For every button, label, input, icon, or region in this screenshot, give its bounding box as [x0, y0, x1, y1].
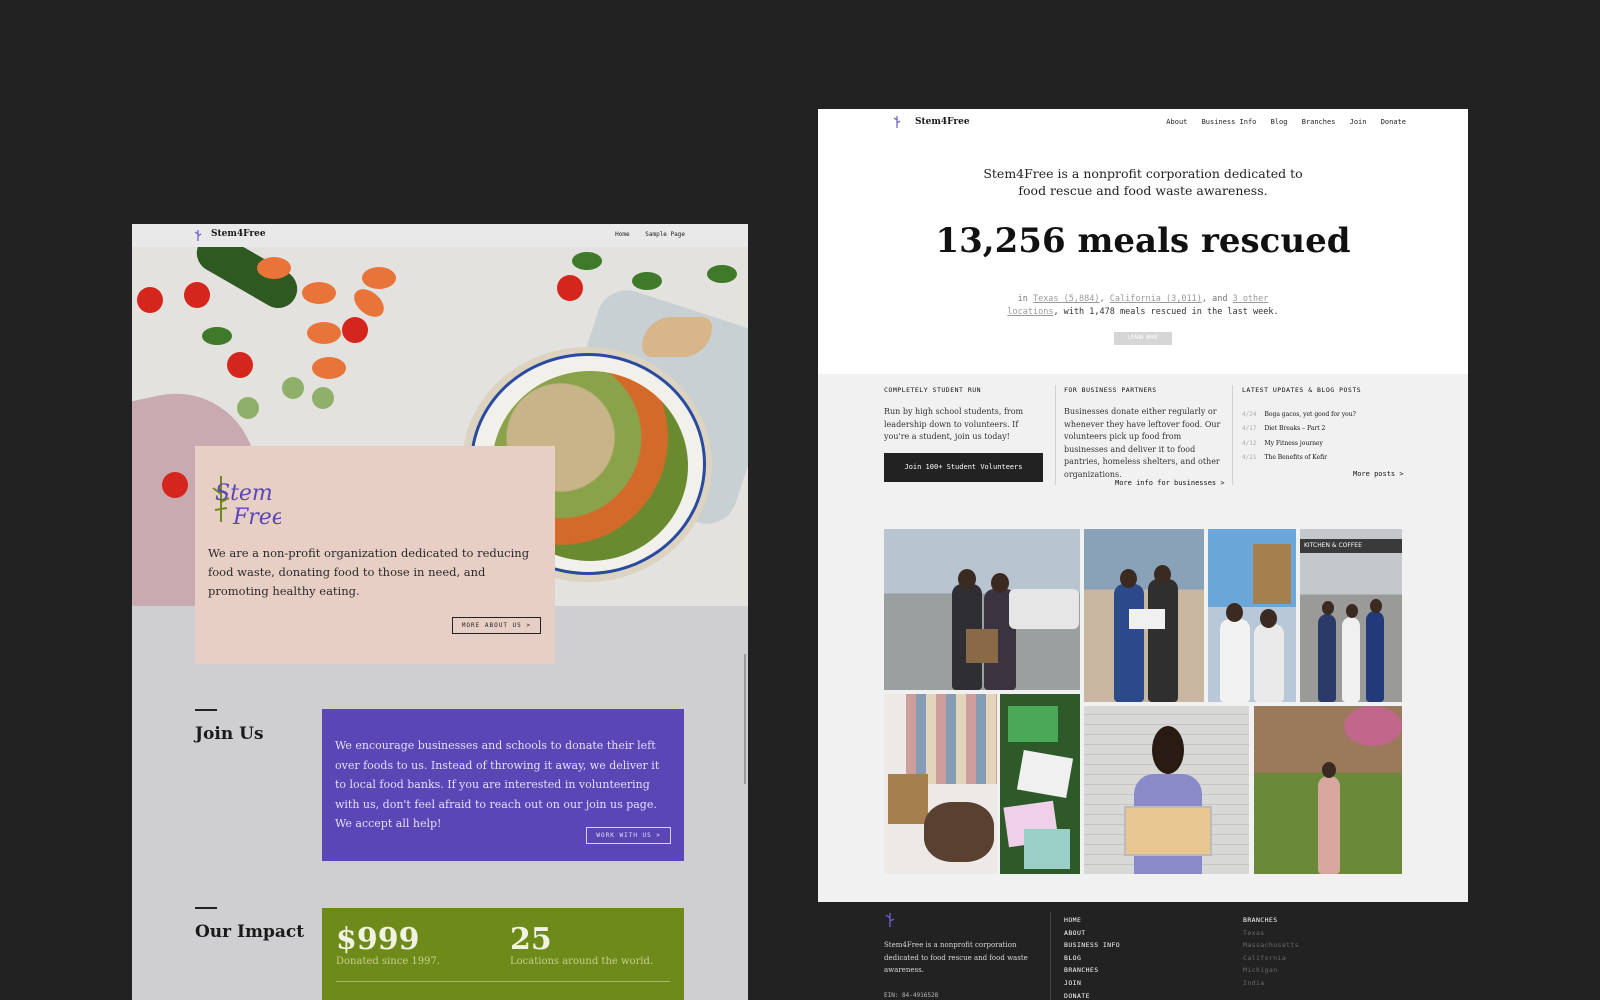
student-run-text: Run by high school students, from leader…	[884, 407, 1024, 442]
footer-ein: EIN: 84-4916528	[884, 992, 939, 999]
svg-text:Stem: Stem	[215, 481, 273, 506]
branch-india[interactable]: India	[1243, 977, 1299, 990]
post-title: Diet Breaks – Part 2	[1264, 425, 1326, 432]
more-info-businesses-link[interactable]: More info for businesses >	[1115, 479, 1225, 487]
more-about-us-button[interactable]: MORE ABOUT US >	[451, 617, 541, 634]
footer-link-donate[interactable]: DONATE	[1064, 990, 1120, 1000]
footer-links: HOME ABOUT BUSINESS INFO BLOG BRANCHES J…	[1064, 914, 1120, 1000]
texas-link[interactable]: Texas (5,884)	[1033, 294, 1100, 304]
join-us-text: We encourage businesses and schools to d…	[335, 739, 660, 830]
impact-section-rule	[195, 907, 217, 909]
left-nav-home[interactable]: Home	[615, 231, 629, 238]
left-brand[interactable]: Stem4Free	[211, 229, 266, 239]
nav-branches[interactable]: Branches	[1302, 118, 1336, 126]
learn-more-button[interactable]: LEARN MORE	[1114, 332, 1172, 345]
gallery-photo	[884, 529, 1080, 690]
impact-stats-box: $999 Donated since 1997. 25 Locations ar…	[322, 908, 684, 1000]
nav-donate[interactable]: Donate	[1381, 118, 1406, 126]
more-posts-link[interactable]: More posts >	[1353, 470, 1404, 478]
stem-logo-icon	[194, 230, 202, 241]
footer-about: Stem4Free is a nonprofit corporation ded…	[884, 941, 1028, 975]
nav-join[interactable]: Join	[1350, 118, 1367, 126]
gallery-photo	[1208, 529, 1296, 702]
gallery-photo	[1084, 529, 1204, 702]
footer-link-join[interactable]: JOIN	[1064, 977, 1120, 990]
post-title: Boga gacos, yet good for you?	[1264, 411, 1356, 418]
meta-prefix: in	[1017, 294, 1028, 304]
gallery-photo	[1000, 694, 1080, 874]
blog-post-item[interactable]: 4/21 The Benefits of Kefir	[1242, 454, 1327, 461]
blog-post-item[interactable]: 4/12 My Fitness journey	[1242, 440, 1323, 447]
footer-link-business-info[interactable]: BUSINESS INFO	[1064, 939, 1120, 952]
join-section-rule	[195, 709, 217, 711]
right-brand[interactable]: Stem4Free	[915, 117, 970, 127]
left-scrollbar[interactable]	[744, 654, 746, 784]
blog-column: LATEST UPDATES & BLOG POSTS	[1242, 386, 1402, 394]
hero-intro-card: Stem Free We are a non-profit organizati…	[195, 446, 555, 664]
post-date: 4/17	[1242, 425, 1257, 432]
stat-value: 25	[510, 922, 552, 957]
branch-texas[interactable]: Texas	[1243, 927, 1299, 940]
post-title: The Benefits of Kefir	[1264, 454, 1328, 461]
blog-heading: LATEST UPDATES & BLOG POSTS	[1242, 386, 1362, 394]
gallery-photo	[884, 694, 997, 874]
footer-branches-title: BRANCHES	[1243, 916, 1278, 924]
join-us-box: We encourage businesses and schools to d…	[322, 709, 684, 861]
student-run-column: COMPLETELY STUDENT RUN Run by high schoo…	[884, 386, 1044, 444]
post-date: 4/21	[1242, 454, 1257, 461]
work-with-us-button[interactable]: WORK WITH US >	[586, 827, 671, 844]
mission-statement: Stem4Free is a nonprofit corporation ded…	[983, 166, 1303, 198]
stem-logo-icon	[885, 913, 895, 927]
nav-about[interactable]: About	[1166, 118, 1187, 126]
impact-stat-locations: 25 Locations around the world.	[510, 922, 653, 967]
branch-michigan[interactable]: Michigan	[1243, 964, 1299, 977]
gallery-photo: KITCHEN & COFFEE	[1300, 529, 1402, 702]
footer-branches: BRANCHES Texas Massachusetts California …	[1243, 914, 1299, 990]
blog-post-item[interactable]: 4/17 Diet Breaks – Part 2	[1242, 425, 1325, 432]
gallery-photo	[1254, 706, 1402, 874]
left-site-preview: Stem4Free Home Sample Page Stem Free We …	[132, 224, 748, 1000]
footer-link-about[interactable]: ABOUT	[1064, 927, 1120, 940]
join-us-title: Join Us	[195, 724, 264, 744]
coffee-sign: KITCHEN & COFFEE	[1300, 539, 1402, 553]
student-run-heading: COMPLETELY STUDENT RUN	[884, 386, 982, 394]
impact-stat-donated: $999 Donated since 1997.	[336, 922, 440, 967]
meals-rescued-headline: 13,256 meals rescued	[935, 221, 1351, 261]
left-nav-sample-page[interactable]: Sample Page	[645, 231, 685, 238]
branch-california[interactable]: California	[1243, 952, 1299, 965]
footer-link-branches[interactable]: BRANCHES	[1064, 964, 1120, 977]
business-partners-column: FOR BUSINESS PARTNERS Businesses donate …	[1064, 386, 1224, 482]
gallery-photo	[1084, 706, 1249, 874]
right-site-preview: Stem4Free About Business Info Blog Branc…	[818, 109, 1468, 1000]
right-hero-section: Stem4Free About Business Info Blog Branc…	[818, 109, 1468, 374]
stat-label: Locations around the world.	[510, 956, 654, 967]
meta-suffix: , with 1,478 meals rescued in the last w…	[1053, 307, 1279, 317]
branch-massachusetts[interactable]: Massachusetts	[1243, 939, 1299, 952]
meals-breakdown: in Texas (5,884), California (3,011), an…	[1007, 294, 1279, 317]
footer-link-home[interactable]: HOME	[1064, 914, 1120, 927]
post-date: 4/12	[1242, 440, 1257, 447]
site-footer: Stem4Free is a nonprofit corporation ded…	[818, 902, 1468, 1000]
stat-value: $999	[336, 922, 420, 957]
nav-business-info[interactable]: Business Info	[1202, 118, 1257, 126]
left-nav-links: Home Sample Page	[603, 231, 685, 238]
our-impact-title: Our Impact	[195, 922, 305, 942]
post-title: My Fitness journey	[1264, 440, 1323, 447]
stem-logo-icon	[893, 116, 901, 128]
business-partners-text: Businesses donate either regularly or wh…	[1064, 407, 1221, 479]
right-nav-links: About Business Info Blog Branches Join D…	[1156, 118, 1406, 126]
left-navbar: Stem4Free Home Sample Page	[132, 224, 748, 247]
business-partners-heading: FOR BUSINESS PARTNERS	[1064, 386, 1157, 394]
nav-blog[interactable]: Blog	[1271, 118, 1288, 126]
meta-joiner: , and	[1201, 294, 1228, 304]
california-link[interactable]: California (3,011)	[1110, 294, 1202, 304]
stem4free-logo: Stem Free	[212, 476, 281, 530]
post-date: 4/24	[1242, 411, 1257, 418]
hero-description: We are a non-profit organization dedicat…	[208, 546, 530, 598]
stat-label: Donated since 1997.	[336, 956, 441, 967]
join-volunteers-button[interactable]: Join 100+ Student Volunteers	[884, 453, 1043, 482]
footer-link-blog[interactable]: BLOG	[1064, 952, 1120, 965]
blog-post-item[interactable]: 4/24 Boga gacos, yet good for you?	[1242, 411, 1356, 418]
svg-text:Free: Free	[232, 505, 281, 530]
